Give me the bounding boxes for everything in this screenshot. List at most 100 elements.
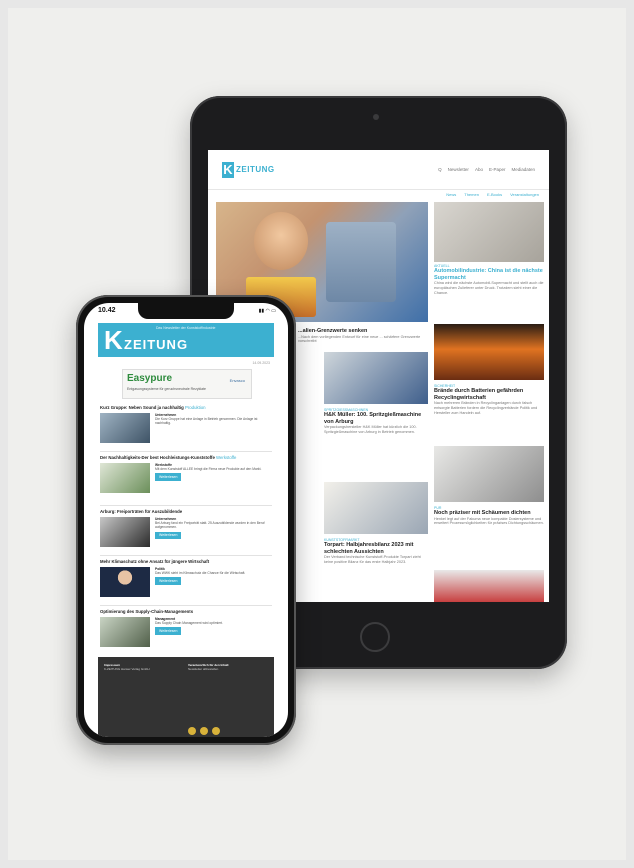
divider [100,555,272,556]
phone-screen: 10.42 ▮▮ ◠ ▭ K ZEITUNG Das Newsletter de… [84,303,288,737]
child-face-image [254,212,308,270]
nl-teaser: Das WWK sieht im Klimaschutz die Chance … [155,571,246,576]
divider [100,451,272,452]
banner-k: K [104,325,123,355]
main-teaser: ...Nach dem vorliegenden Entwurf für ein… [298,334,421,344]
tablet-home-button[interactable] [360,622,390,652]
side2-headline[interactable]: Brände durch Batterien gefährden Recycli… [434,388,544,401]
nl-article-image[interactable] [100,463,150,493]
footer-col1-text: K-ZEITUNG Hanser Verlag GmbH [104,667,150,671]
nl-teaser: Bei Arburg fand ein Freiporträt statt. 2… [155,521,265,530]
read-more-button[interactable]: Weiterlesen [155,577,182,585]
nav-veranstaltungen[interactable]: Veranstaltungen [510,192,539,198]
nl-article-4[interactable]: Mehr Klimaschutz ohne Ansatz für jüngere… [100,559,272,597]
divider [100,505,272,506]
nl-title-text: Arburg: Freiporträten für Auszubildende [100,509,183,514]
utility-nav: Q Newsletter Abo E-Paper Mediadaten [438,167,535,172]
nl-teaser: Mit dem Kunststoff ALLEE bringt die Firm… [155,467,262,472]
side3-headline[interactable]: Noch präziser mit Schäumen dichten [434,510,544,517]
util-newsletter[interactable]: Newsletter [448,167,469,172]
mid2-teaser: Der Verband technische Kunststoff-Produk… [324,555,421,564]
side2-image[interactable] [434,324,544,380]
side1-image[interactable] [434,202,544,262]
mid2-image[interactable] [324,482,428,534]
phone-device: 10.42 ▮▮ ◠ ▭ K ZEITUNG Das Newsletter de… [76,295,296,745]
ad-banner[interactable]: Easypure Entgasungssysteme für geruchsne… [122,369,252,399]
background-card: K ZEITUNG Q Newsletter Abo E-Paper Media… [8,8,626,860]
nl-article-3[interactable]: Arburg: Freiporträten für Auszubildende … [100,509,272,547]
main-nav: News Themen E-Books Veranstaltungen [208,190,549,200]
toy-figure-image [326,222,396,302]
nl-title-text: Optimierung des Supply-Chain-Managements [100,609,194,614]
nl-article-title[interactable]: Mehr Klimaschutz ohne Ansatz für jüngere… [100,559,272,564]
kzeitung-logo[interactable]: K ZEITUNG [222,161,275,178]
footer-col2-text[interactable]: Newsletter abbestellen [188,667,218,671]
util-abo[interactable]: Abo [475,167,483,172]
read-more-button[interactable]: Weiterlesen [155,627,182,635]
banner-text: ZEITUNG [124,337,189,352]
mid1-headline[interactable]: H&K Müller: 100. Spritzgießmaschine von … [324,412,428,425]
nl-section: Produktion [185,405,206,410]
nl-teaser: Das Supply Chain Management wird optimie… [155,621,223,626]
nl-article-2[interactable]: Der Nachhaltigkeits-Der best Hochleistun… [100,455,272,493]
logo-k: K [222,161,234,178]
social-icons [188,727,220,735]
nl-article-image[interactable] [100,617,150,647]
logo-text: ZEITUNG [236,165,275,174]
social-icon[interactable] [200,727,208,735]
side2-article[interactable]: Sicherheit Brände durch Batterien gefähr… [434,384,544,415]
mid1-teaser: Verpackungshersteller H&K Müller hat kür… [324,425,417,434]
social-icon[interactable] [188,727,196,735]
nl-teaser: Die Kurz Gruppe hat eine Anlage in Betri… [155,417,258,426]
social-icon[interactable] [212,727,220,735]
nl-section: Werkstoffe [216,455,237,460]
side3-article[interactable]: Pur Noch präziser mit Schäumen dichten H… [434,506,544,526]
search-icon[interactable]: Q [438,167,442,172]
nl-article-title[interactable]: Optimierung des Supply-Chain-Managements [100,609,272,614]
read-more-button[interactable]: Weiterlesen [155,531,182,539]
newsletter-date: 14.09.2023 [252,361,270,365]
nl-article-image[interactable] [100,517,150,547]
mid2-headline[interactable]: Torpart: Halbjahresbilanz 2023 mit schle… [324,542,428,555]
newsletter-banner[interactable]: K ZEITUNG Das Newsletter der Kunststoffi… [98,323,274,357]
util-epaper[interactable]: E-Paper [489,167,506,172]
side1-article[interactable]: Aktuell Automobilindustrie: China ist di… [434,264,544,295]
nl-article-title[interactable]: Arburg: Freiporträten für Auszubildende [100,509,272,514]
divider [100,605,272,606]
tablet-header: K ZEITUNG Q Newsletter Abo E-Paper Media… [208,150,549,190]
nl-article-image[interactable] [100,413,150,443]
footer-col-1: Impressum K-ZEITUNG Hanser Verlag GmbH [104,663,184,671]
util-mediadaten[interactable]: Mediadaten [511,167,535,172]
side1-teaser: China wird die nächste Automobil-Superma… [434,281,544,295]
read-more-button[interactable]: Weiterlesen [155,473,182,481]
phone-notch [138,303,234,319]
footer-col-2: Verantwortlich für den Inhalt Newsletter … [188,663,268,671]
side4-image[interactable] [434,570,544,602]
mid1-image[interactable] [324,352,428,404]
banner-sub: Das Newsletter der Kunststoffindustrie [156,326,216,330]
nav-ebooks[interactable]: E-Books [487,192,502,198]
nl-title-text: Der Nachhaltigkeits-Der best Hochleistun… [100,455,215,460]
side2-teaser: Nach mehreren Bränden in Recyclinganlage… [434,401,538,415]
nl-article-1[interactable]: Kurz Gruppe: Neben Sound ja nachhaltig P… [100,405,272,443]
ad-text: Entgasungssysteme für geruchsneutrale Re… [127,387,206,391]
status-icons: ▮▮ ◠ ▭ [258,308,276,314]
nl-article-title[interactable]: Kurz Gruppe: Neben Sound ja nachhaltig P… [100,405,272,410]
nav-news[interactable]: News [446,192,456,198]
nav-themen[interactable]: Themen [464,192,479,198]
mid1-article[interactable]: Spritzgießmaschinen H&K Müller: 100. Spr… [324,408,428,435]
main-article[interactable]: ...alien-Grenzwerte senken ...Nach dem v… [298,328,428,344]
ad-brand: Easypure [127,373,173,384]
side3-image[interactable] [434,446,544,502]
tablet-camera [373,114,379,120]
nl-title-text: Mehr Klimaschutz ohne Ansatz für jüngere… [100,559,210,564]
status-time: 10.42 [98,307,116,314]
nl-article-5[interactable]: Optimierung des Supply-Chain-Managements… [100,609,272,647]
side1-headline[interactable]: Automobilindustrie: China ist die nächst… [434,268,544,281]
nl-title-text: Kurz Gruppe: Neben Sound ja nachhaltig [100,405,184,410]
mid2-article[interactable]: Kunststoffmarkt Torpart: Halbjahresbilan… [324,538,428,565]
nl-article-image[interactable] [100,567,150,597]
ad-logo: Envasco [229,378,245,383]
nl-article-title[interactable]: Der Nachhaltigkeits-Der best Hochleistun… [100,455,272,460]
newsletter-footer: Impressum K-ZEITUNG Hanser Verlag GmbH Ve… [98,657,274,737]
